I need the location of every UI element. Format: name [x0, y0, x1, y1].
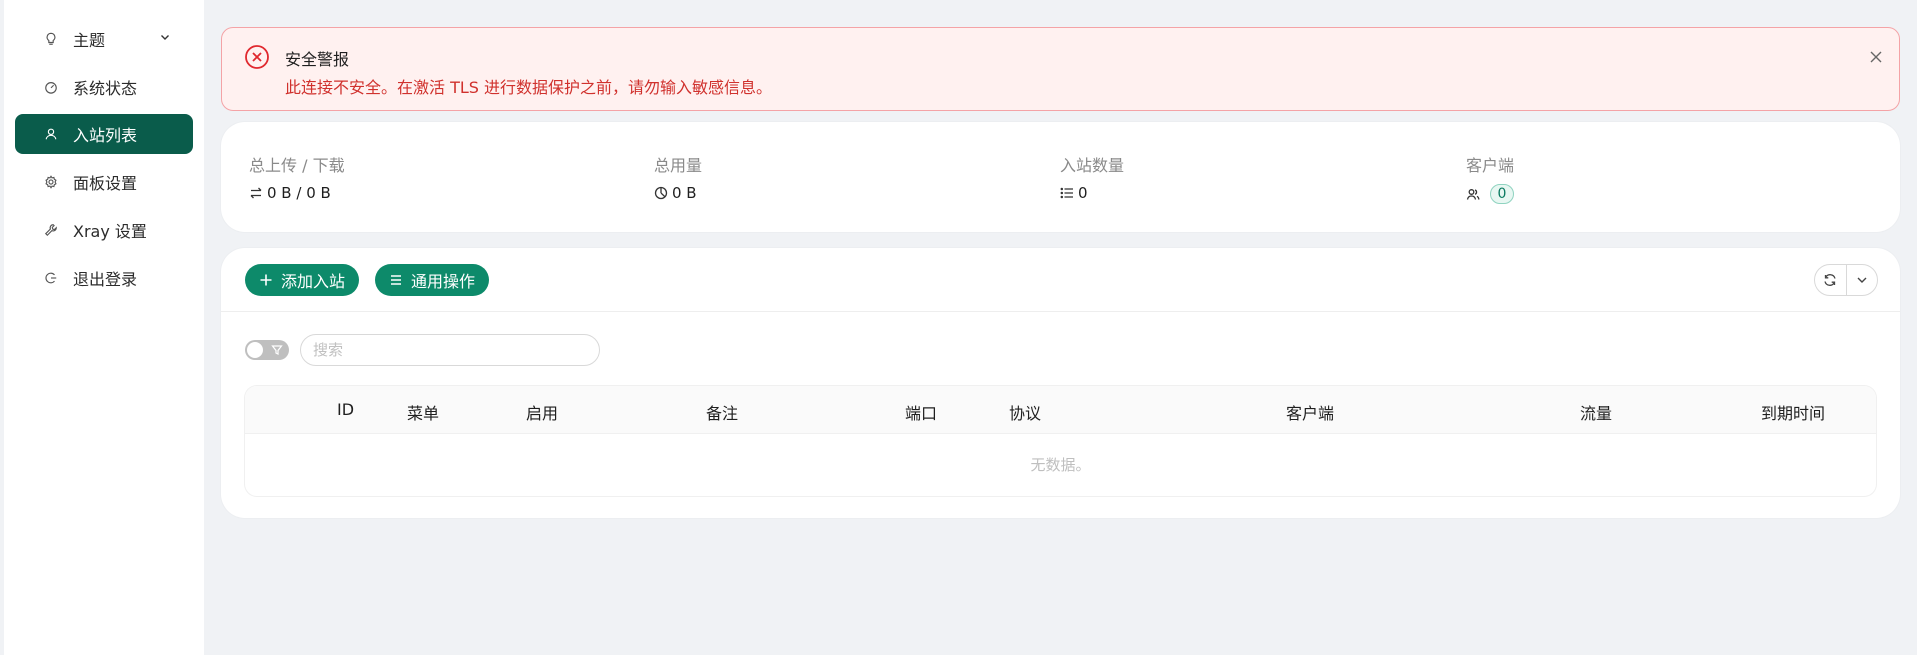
sidebar-item-xray-settings[interactable]: Xray 设置	[15, 210, 193, 250]
column-header-port: 端口	[905, 404, 938, 423]
column-header-enable: 启用	[526, 404, 559, 423]
clients-count-badge: 0	[1490, 184, 1514, 204]
logout-icon	[43, 270, 59, 286]
chevron-down-icon[interactable]	[159, 31, 171, 43]
stat-traffic: 总上传 / 下载 0 B / 0 B	[249, 152, 345, 202]
stat-label: 客户端	[1466, 156, 1515, 175]
sidebar-item-label: 退出登录	[73, 270, 138, 289]
team-icon	[1466, 189, 1480, 200]
gear-icon	[43, 174, 59, 190]
dashboard-icon	[43, 79, 59, 95]
general-actions-button[interactable]: 通用操作	[375, 264, 490, 296]
sync-icon	[1824, 274, 1836, 286]
sidebar-item-label: 面板设置	[73, 174, 138, 193]
menu-icon	[391, 275, 401, 285]
toggle-knob	[247, 342, 263, 358]
stat-label: 入站数量	[1060, 156, 1125, 175]
column-header-clients: 客户端	[1286, 404, 1335, 423]
divider	[221, 311, 1900, 312]
inbounds-table: ID 菜单 启用 备注 端口 协议 客户端 流量 到期时间 无数据。	[245, 386, 1876, 496]
tool-icon	[43, 222, 59, 238]
sidebar-item-status[interactable]: 系统状态	[15, 67, 193, 107]
table-header: ID 菜单 启用 备注 端口 协议 客户端 流量 到期时间	[245, 386, 1876, 434]
stat-value: 0 B / 0 B	[267, 184, 331, 202]
swap-icon	[250, 187, 262, 199]
security-alert: 安全警报 此连接不安全。在激活 TLS 进行数据保护之前，请勿输入敏感信息。	[221, 27, 1900, 111]
inbounds-card: 添加入站 通用操作 ID 菜单 启用 备注 端口 协议 客户端 流量 到期时间 …	[221, 248, 1900, 518]
stat-label: 总用量	[654, 156, 703, 175]
stats-card: 总上传 / 下载 0 B / 0 B 总用量 0 B 入站数量 0 客户端 0	[221, 122, 1900, 232]
stat-value: 0	[1078, 184, 1088, 202]
search-input[interactable]	[300, 334, 600, 366]
column-header-menu: 菜单	[407, 404, 440, 423]
user-icon	[43, 126, 59, 142]
stat-label: 总上传 / 下载	[249, 156, 345, 175]
add-inbound-button[interactable]: 添加入站	[245, 264, 360, 296]
close-circle-icon	[245, 45, 269, 69]
sidebar-item-label: 入站列表	[73, 126, 138, 145]
alert-description: 此连接不安全。在激活 TLS 进行数据保护之前，请勿输入敏感信息。	[285, 78, 773, 97]
list-icon	[1060, 187, 1073, 199]
column-header-protocol: 协议	[1009, 404, 1042, 423]
close-icon[interactable]	[1867, 48, 1885, 66]
sidebar-item-label: 主题	[73, 31, 106, 50]
stat-inbounds: 入站数量 0	[1060, 152, 1124, 202]
sidebar-item-label: Xray 设置	[73, 222, 147, 241]
pie-chart-icon	[654, 186, 668, 200]
bulb-icon	[43, 31, 59, 47]
refresh-button[interactable]	[1815, 265, 1846, 295]
alert-title: 安全警报	[285, 50, 350, 69]
filter-icon	[271, 345, 283, 355]
stat-usage: 总用量 0 B	[654, 152, 702, 202]
chevron-down-icon	[1857, 277, 1867, 283]
sidebar-item-theme[interactable]: 主题	[15, 19, 193, 59]
column-header-id[interactable]: ID	[337, 400, 354, 419]
stat-value: 0 B	[672, 184, 697, 202]
sidebar: 主题 系统状态 入站列表 面板设置 Xray 设置 退出登录	[4, 0, 204, 655]
stat-clients: 客户端 0	[1466, 152, 1514, 204]
empty-state: 无数据。	[1030, 456, 1091, 474]
refresh-options-dropdown[interactable]	[1845, 265, 1878, 295]
general-actions-label: 通用操作	[411, 272, 476, 291]
plus-icon	[260, 274, 272, 286]
add-inbound-label: 添加入站	[281, 272, 346, 291]
column-header-remark: 备注	[706, 404, 739, 423]
sidebar-item-panel-settings[interactable]: 面板设置	[15, 162, 193, 202]
column-header-expiry: 到期时间	[1761, 404, 1826, 423]
sidebar-item-inbounds[interactable]: 入站列表	[15, 114, 193, 154]
sidebar-item-label: 系统状态	[73, 79, 138, 98]
refresh-control	[1814, 264, 1878, 296]
sidebar-item-logout[interactable]: 退出登录	[15, 258, 193, 298]
column-header-traffic: 流量	[1580, 404, 1613, 423]
filter-toggle[interactable]	[245, 340, 289, 360]
